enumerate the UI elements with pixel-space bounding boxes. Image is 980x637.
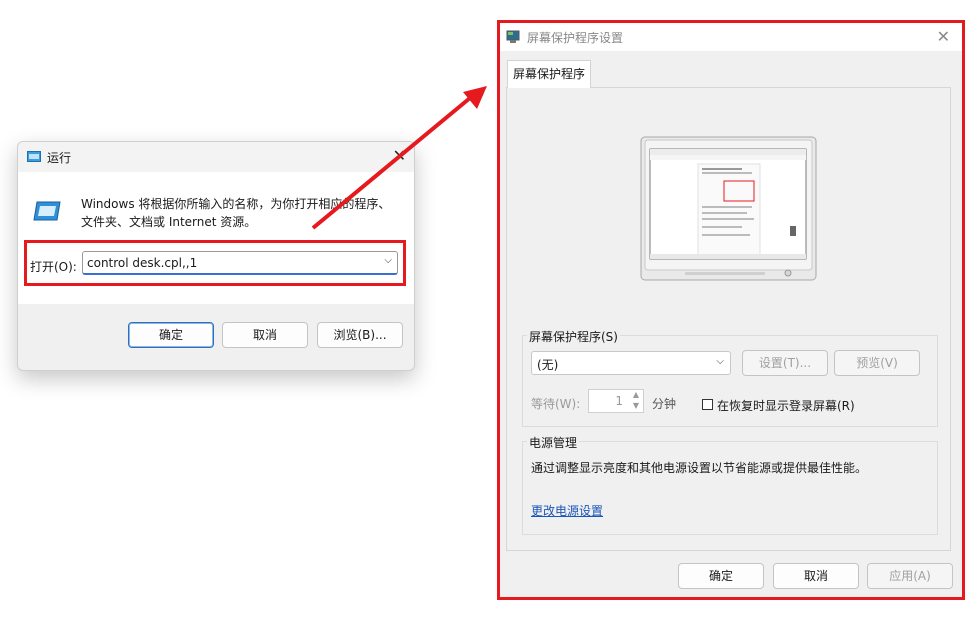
highlight-box-dialog [497,20,965,600]
